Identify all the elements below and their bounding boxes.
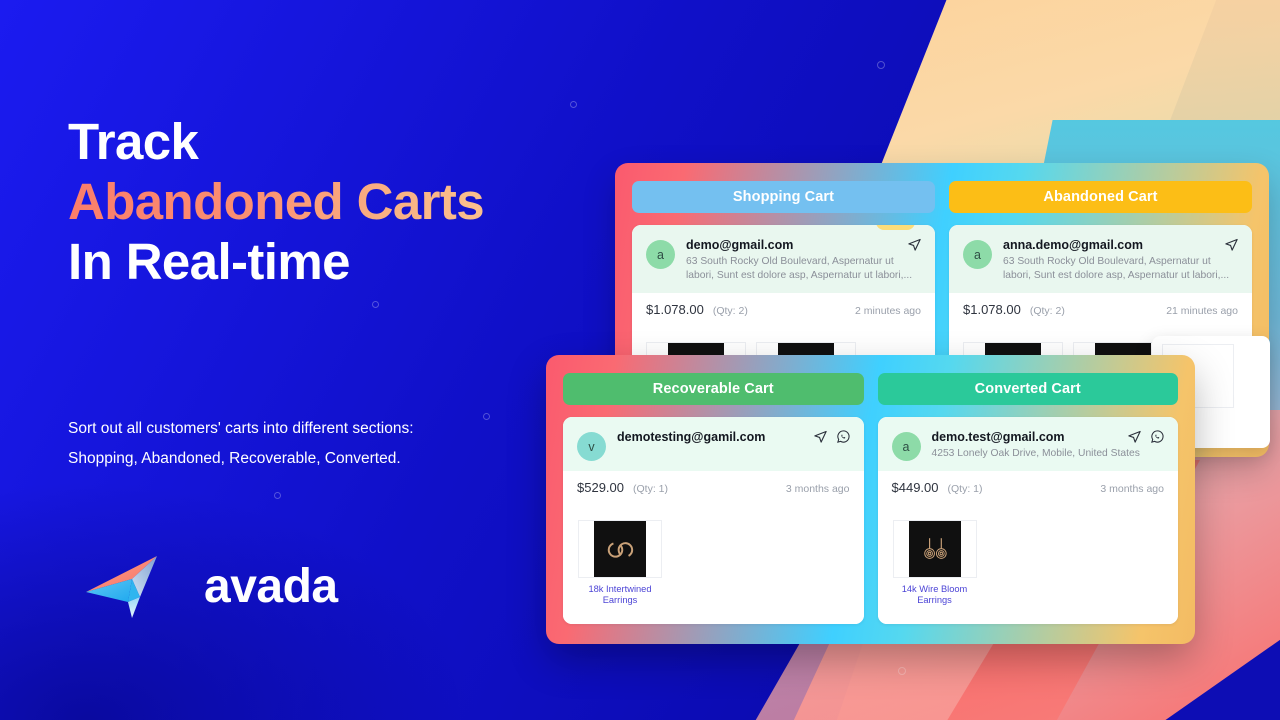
product-item[interactable]: 14k Wire Bloom Earrings (892, 520, 978, 614)
cart-totals-row: $529.00 (Qty: 1) 3 months ago (563, 471, 864, 506)
product-thumbnail (892, 520, 977, 578)
cart-card-recoverable[interactable]: v demotesting@gamil.com $529.00 (Qty: 1)… (563, 417, 864, 624)
avada-paper-plane-logo-icon (82, 552, 190, 622)
send-icon[interactable] (1224, 237, 1239, 252)
tab-abandoned-cart[interactable]: Abandoned Cart (949, 181, 1252, 213)
cart-timestamp: 2 minutes ago (855, 305, 921, 317)
cart-action-icons (813, 429, 851, 444)
cart-price: $529.00 (577, 480, 624, 495)
cart-timestamp: 3 months ago (1100, 483, 1164, 495)
customer-address: 63 South Rocky Old Boulevard, Aspernatur… (686, 256, 913, 281)
cart-timestamp: 21 minutes ago (1166, 305, 1238, 317)
cart-customer-header: v demotesting@gamil.com (563, 417, 864, 471)
tab-converted-cart[interactable]: Converted Cart (877, 373, 1178, 405)
customer-address: 63 South Rocky Old Boulevard, Aspernatur… (1003, 256, 1230, 281)
cart-column-converted: Converted Cart a demo.test@gmail.com 425… (877, 373, 1179, 624)
cart-totals-row: $1.078.00 (Qty: 2) 2 minutes ago (632, 293, 935, 328)
cart-quantity: (Qty: 2) (712, 305, 748, 317)
page-title: Track Abandoned Carts In Real-time (68, 112, 588, 292)
avatar: a (963, 240, 992, 269)
cart-column-recoverable: Recoverable Cart v demotesting@gamil.com… (563, 373, 864, 624)
customer-email: anna.demo@gmail.com (1003, 238, 1143, 252)
headline-line-2-accent: Abandoned Carts (68, 172, 588, 232)
cart-action-icons (1224, 237, 1239, 252)
cart-customer-header: a demo.test@gmail.com 4253 Lonely Oak Dr… (877, 417, 1178, 471)
cart-quantity: (Qty: 2) (1029, 305, 1065, 317)
cart-products: 14k Wire Bloom Earrings (877, 506, 1178, 624)
promo-banner: Track Abandoned Carts In Real-time Sort … (0, 0, 1280, 720)
whatsapp-icon[interactable] (1150, 429, 1165, 444)
customer-address: 4253 Lonely Oak Drive, Mobile, United St… (931, 448, 1140, 459)
cart-card-converted[interactable]: a demo.test@gmail.com 4253 Lonely Oak Dr… (877, 417, 1179, 624)
headline-line-1: Track (68, 113, 199, 170)
status-badge-new: New (875, 225, 915, 230)
customer-email: demo@gmail.com (686, 238, 794, 252)
cart-quantity: (Qty: 1) (633, 483, 669, 495)
product-name[interactable]: 14k Wire Bloom Earrings (892, 584, 978, 606)
hero-copy: Track Abandoned Carts In Real-time (68, 112, 588, 292)
cart-price: $1.078.00 (963, 302, 1021, 317)
cart-totals-row: $449.00 (Qty: 1) 3 months ago (878, 471, 1179, 506)
brand-logo: avada (82, 552, 338, 622)
cart-panel-group-bottom: Recoverable Cart v demotesting@gamil.com… (546, 355, 1195, 644)
cart-price: $449.00 (891, 480, 939, 495)
send-icon[interactable] (1127, 429, 1142, 444)
product-item[interactable]: 18k Intertwined Earrings (577, 520, 663, 614)
cart-products: 18k Intertwined Earrings (563, 506, 864, 624)
hero-subtitle: Sort out all customers' carts into diffe… (68, 420, 414, 467)
avatar: a (646, 240, 675, 269)
brand-name: avada (204, 560, 338, 613)
avatar: v (577, 432, 606, 461)
send-icon[interactable] (907, 237, 922, 252)
cart-action-icons (907, 237, 922, 252)
avatar: a (891, 432, 921, 461)
whatsapp-icon[interactable] (836, 429, 851, 444)
cart-customer-header: a anna.demo@gmail.com 63 South Rocky Old… (949, 225, 1252, 293)
cart-quantity: (Qty: 1) (947, 483, 983, 495)
cart-timestamp: 3 months ago (785, 483, 850, 495)
tab-recoverable-cart[interactable]: Recoverable Cart (563, 373, 864, 405)
product-name[interactable]: 18k Intertwined Earrings (577, 584, 663, 606)
product-thumbnail (578, 520, 662, 578)
cart-totals-row: $1.078.00 (Qty: 2) 21 minutes ago (949, 293, 1252, 328)
headline-line-3: In Real-time (68, 233, 350, 290)
send-icon[interactable] (813, 429, 828, 444)
tab-shopping-cart[interactable]: Shopping Cart (632, 181, 935, 213)
cart-price: $1.078.00 (646, 302, 704, 317)
cart-action-icons (1127, 429, 1165, 444)
cart-customer-header: a demo@gmail.com 63 South Rocky Old Boul… (632, 225, 935, 293)
